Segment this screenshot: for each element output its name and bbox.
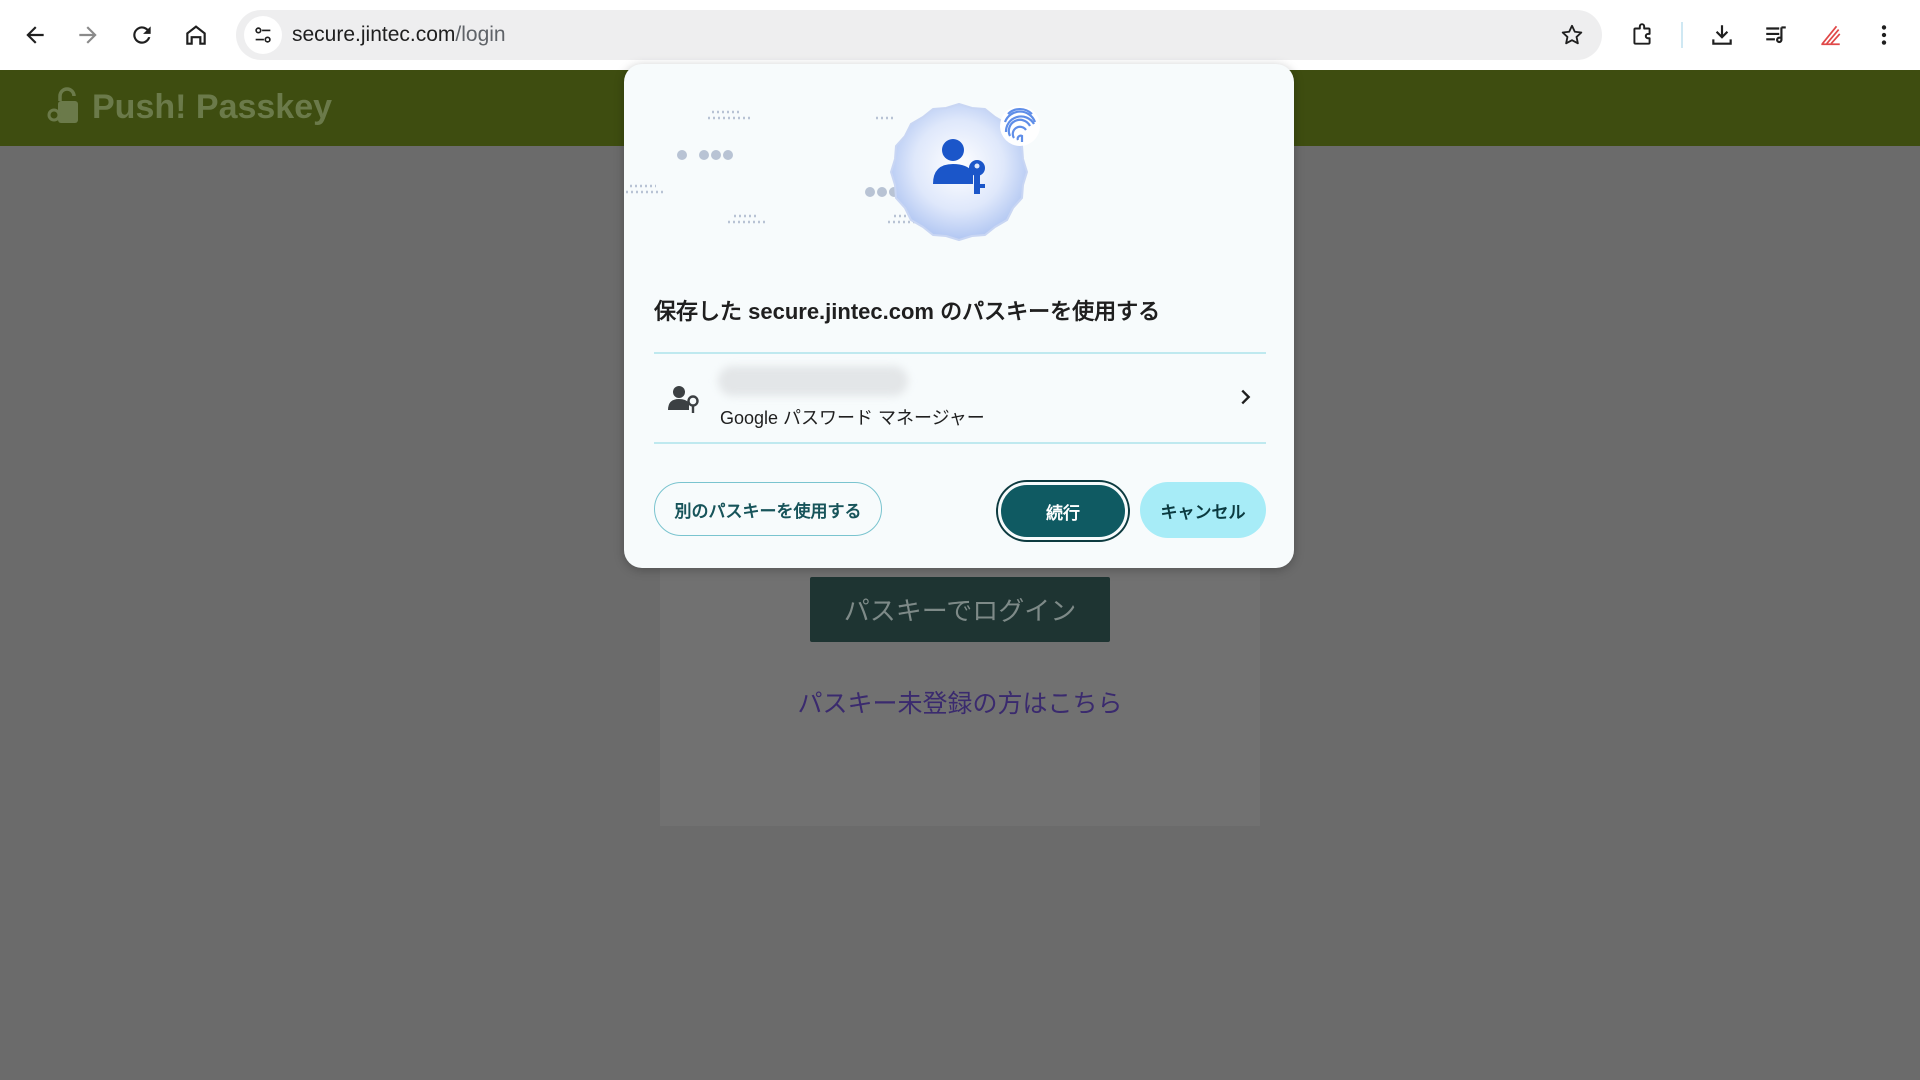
passkey-illustration	[626, 103, 1040, 241]
reload-icon	[133, 26, 151, 44]
credential-name-redacted	[718, 366, 908, 396]
credential-row[interactable]: Google パスワード マネージャー	[654, 354, 1266, 442]
passkey-register-link[interactable]: パスキー未登録の方はこちら	[760, 684, 1160, 720]
url-path: /login	[455, 23, 506, 46]
site-settings-button[interactable]	[244, 16, 282, 54]
back-icon	[26, 26, 44, 44]
bookmark-star-icon	[1561, 24, 1583, 45]
bookmark-button[interactable]	[1552, 15, 1592, 55]
url-text[interactable]: secure.jintec.com/login	[292, 10, 506, 60]
more-menu-icon	[1881, 25, 1887, 45]
address-bar[interactable]: secure.jintec.com/login	[236, 10, 1602, 60]
downloads-button[interactable]	[1700, 13, 1744, 57]
profile-extension-button[interactable]	[1808, 13, 1852, 57]
reload-button[interactable]	[120, 13, 164, 57]
use-other-passkey-button[interactable]: 別のパスキーを使用する	[654, 482, 882, 536]
reading-list-button[interactable]	[1754, 13, 1798, 57]
site-logo: Push! Passkey	[46, 84, 332, 130]
home-button[interactable]	[174, 13, 218, 57]
site-logo-text: Push! Passkey	[92, 87, 333, 126]
divider-bottom	[654, 442, 1266, 444]
passkey-user-icon	[668, 386, 699, 413]
extensions-button[interactable]	[1620, 13, 1664, 57]
credential-source: Google パスワード マネージャー	[720, 408, 985, 428]
profile-extension-icon	[1821, 25, 1841, 46]
continue-button[interactable]: 続行	[998, 482, 1128, 540]
dialog-title: 保存した secure.jintec.com のパスキーを使用する	[654, 299, 1161, 324]
url-host: secure.jintec.com	[292, 23, 456, 46]
browser-toolbar: secure.jintec.com/login	[0, 0, 1920, 71]
forward-button[interactable]	[66, 13, 110, 57]
passkey-dialog: 保存した secure.jintec.com のパスキーを使用する Google…	[624, 64, 1294, 568]
extensions-icon	[1633, 23, 1651, 45]
chevron-right-icon	[1241, 389, 1251, 405]
cancel-button[interactable]: キャンセル	[1140, 482, 1266, 538]
padlock-key-icon	[47, 87, 78, 123]
reading-list-icon	[1766, 26, 1786, 44]
home-icon	[186, 25, 206, 45]
site-settings-icon	[255, 27, 271, 43]
downloads-icon	[1712, 25, 1732, 45]
passkey-login-button[interactable]: パスキーでログイン	[810, 577, 1110, 642]
forward-icon	[79, 26, 97, 44]
back-button[interactable]	[13, 13, 57, 57]
toolbar-separator	[1681, 22, 1683, 48]
more-menu-button[interactable]	[1862, 13, 1906, 57]
